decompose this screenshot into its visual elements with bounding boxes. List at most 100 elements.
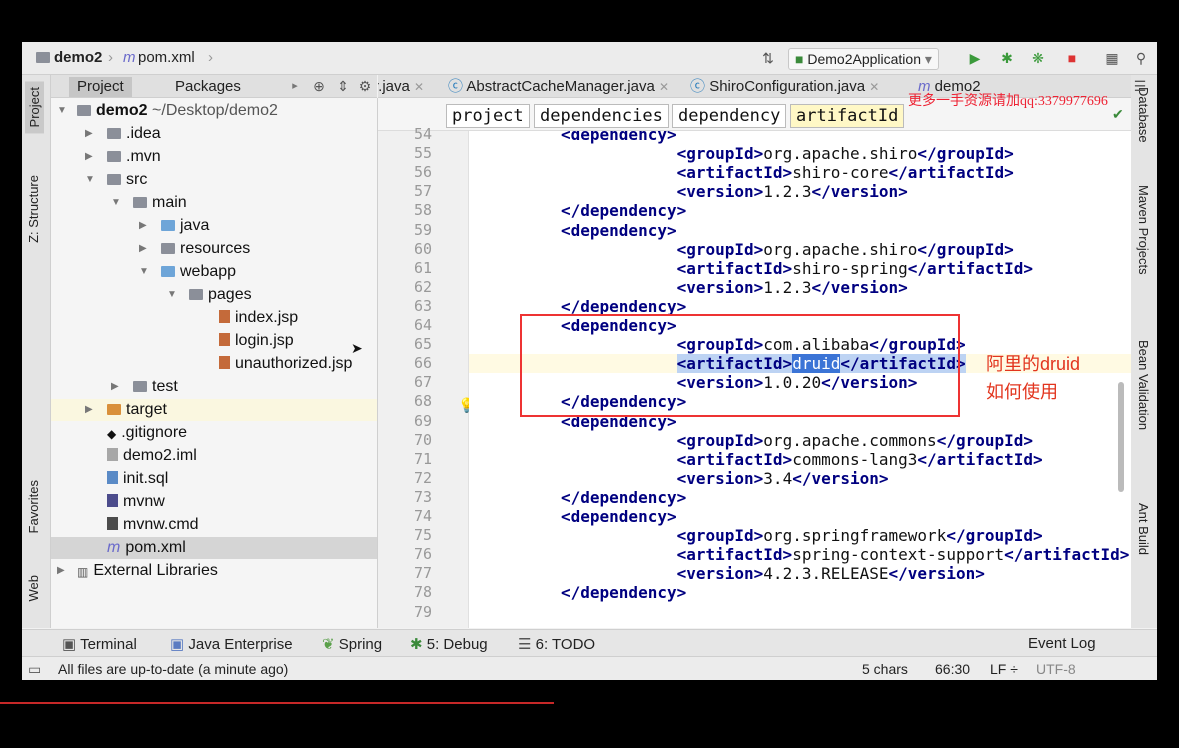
tree-row-resources[interactable]: ▶ resources <box>51 238 377 260</box>
code-line[interactable]: <artifactId>commons-lang3</artifactId> <box>469 450 1131 469</box>
debug-icon[interactable]: ✱ <box>999 50 1015 66</box>
code-line[interactable]: <version>4.2.3.RELEASE</version> <box>469 564 1131 583</box>
run-icon[interactable]: ▶ <box>967 50 983 66</box>
collapse-all-icon[interactable]: ⇕ <box>335 78 351 94</box>
breadcrumb-project[interactable]: demo2 <box>54 49 102 66</box>
code-line[interactable]: <groupId>org.apache.shiro</groupId> <box>469 240 1131 259</box>
video-progress-bar[interactable] <box>0 702 555 704</box>
caret-position[interactable]: 66:30 <box>935 661 970 677</box>
tree-row-main[interactable]: ▼ main <box>51 192 377 214</box>
chevron-down-icon[interactable]: ▼ <box>139 261 149 283</box>
chevron-right-icon[interactable]: ▶ <box>139 215 149 237</box>
code-line[interactable]: <version>1.2.3</version> <box>469 182 1131 201</box>
coverage-icon[interactable]: ❋ <box>1030 50 1046 66</box>
chevron-right-icon[interactable]: ▶ <box>85 146 95 168</box>
tab-maven-projects[interactable]: Maven Projects <box>1136 185 1151 275</box>
code-line[interactable] <box>469 603 1131 622</box>
chevron-right-icon[interactable]: ▸ <box>287 78 303 94</box>
code-line[interactable]: <dependency> <box>469 221 1131 240</box>
tree-row-login-jsp[interactable]: login.jsp <box>51 330 377 352</box>
spring-button[interactable]: ❦ Spring <box>322 635 382 653</box>
code-line[interactable]: <groupId>org.apache.commons</groupId> <box>469 431 1131 450</box>
close-icon[interactable]: ✕ <box>869 80 879 94</box>
gear-icon[interactable]: ⚙ <box>357 78 373 94</box>
tab-packages-view[interactable]: Packages <box>167 77 249 97</box>
chevron-right-icon[interactable]: ▶ <box>85 123 95 145</box>
tree-row-mvnw[interactable]: mvnw <box>51 491 377 513</box>
line-separator[interactable]: LF ÷ <box>990 661 1018 677</box>
java-enterprise-button[interactable]: ▣ Java Enterprise <box>170 635 293 653</box>
tree-row-demo2-iml[interactable]: demo2.iml <box>51 445 377 467</box>
code-line[interactable]: </dependency> <box>469 201 1131 220</box>
chevron-down-icon[interactable]: ▼ <box>167 284 177 306</box>
tree-row-idea[interactable]: ▶ .idea <box>51 123 377 145</box>
code-line[interactable]: </dependency> <box>469 583 1131 602</box>
code-line[interactable]: <groupId>org.springframework</groupId> <box>469 526 1131 545</box>
tab-project[interactable]: Project <box>25 81 44 134</box>
event-log-button[interactable]: Event Log <box>1028 635 1096 652</box>
tab-bean-validation[interactable]: Bean Validation <box>1136 340 1151 430</box>
chevron-right-icon[interactable]: ▶ <box>85 399 95 421</box>
code-line[interactable]: <artifactId>spring-context-support</arti… <box>469 545 1131 564</box>
tree-row-test[interactable]: ▶ test <box>51 376 377 398</box>
code-line[interactable]: <version>3.4</version> <box>469 469 1131 488</box>
todo-button[interactable]: ☰ 6: TODO <box>518 635 595 653</box>
code-line[interactable]: </dependency> <box>469 488 1131 507</box>
close-icon[interactable]: ✕ <box>659 80 669 94</box>
chevron-down-icon[interactable]: ▼ <box>85 169 95 191</box>
tree-row-unauthorized-jsp[interactable]: unauthorized.jsp <box>51 353 377 375</box>
run-configuration-select[interactable]: ■ Demo2Application ▾ <box>788 48 939 70</box>
xml-crumb-artifactid[interactable]: artifactId <box>790 104 905 128</box>
tab-database[interactable]: Database <box>1136 87 1151 143</box>
status-toggle-icon[interactable]: ▭ <box>28 661 41 678</box>
tab-shiro-configuration[interactable]: ⓒ ShiroConfiguration.java ✕ <box>690 77 879 97</box>
tab-abstract-cache-manager[interactable]: ⓒ AbstractCacheManager.java ✕ <box>448 77 669 97</box>
chevron-right-icon[interactable]: ▶ <box>57 560 67 582</box>
tab-favorites[interactable]: Favorites <box>26 480 41 533</box>
code-line[interactable]: <version>1.2.3</version> <box>469 278 1131 297</box>
chevron-down-icon[interactable]: ▼ <box>57 100 67 122</box>
tree-row-pages[interactable]: ▼ pages <box>51 284 377 306</box>
file-encoding[interactable]: UTF-8 <box>1036 661 1076 677</box>
tab-project-view[interactable]: Project <box>69 77 132 97</box>
tab-list-icon[interactable]: ☰ <box>1132 78 1148 94</box>
code-line[interactable]: <artifactId>shiro-core</artifactId> <box>469 163 1131 182</box>
chevron-right-icon[interactable]: ▶ <box>139 238 149 260</box>
tree-row-mvn[interactable]: ▶ .mvn <box>51 146 377 168</box>
tree-row-demo2[interactable]: ▼ demo2 ~/Desktop/demo2 <box>51 100 377 122</box>
close-icon[interactable]: ✕ <box>414 80 424 94</box>
tab-structure[interactable]: Z: Structure <box>26 175 41 243</box>
tree-row-target[interactable]: ▶ target <box>51 399 377 421</box>
code-line[interactable]: <groupId>org.apache.shiro</groupId> <box>469 144 1131 163</box>
tree-row-gitignore[interactable]: ◆ .gitignore <box>51 422 377 444</box>
tree-row-webapp[interactable]: ▼ webapp <box>51 261 377 283</box>
breadcrumb-file[interactable]: pom.xml <box>138 49 195 66</box>
tree-row-java[interactable]: ▶ java <box>51 215 377 237</box>
right-tool-strip: Database Maven Projects Bean Validation … <box>1130 75 1157 628</box>
debug-button[interactable]: ✱ 5: Debug <box>410 635 488 653</box>
build-icon[interactable]: ⇅ <box>760 50 776 66</box>
xml-crumb-dependencies[interactable]: dependencies <box>534 104 669 128</box>
tree-row-init-sql[interactable]: init.sql <box>51 468 377 490</box>
tree-row-pom-xml[interactable]: m pom.xml <box>51 537 377 559</box>
tree-row-external-libraries[interactable]: ▶ ▥ External Libraries <box>51 560 377 582</box>
scroll-from-source-icon[interactable]: ⊕ <box>311 78 327 94</box>
terminal-button[interactable]: ▣ Terminal <box>62 635 137 653</box>
tree-row-index-jsp[interactable]: index.jsp <box>51 307 377 329</box>
xml-crumb-project[interactable]: project <box>446 104 530 128</box>
xml-crumb-dependency[interactable]: dependency <box>672 104 787 128</box>
code-line[interactable]: <artifactId>shiro-spring</artifactId> <box>469 259 1131 278</box>
chevron-down-icon[interactable]: ▼ <box>111 192 121 214</box>
tab-web[interactable]: Web <box>26 575 41 602</box>
code-line[interactable]: <dependency> <box>469 131 1131 144</box>
chevron-right-icon[interactable]: ▶ <box>111 376 121 398</box>
tree-row-src[interactable]: ▼ src <box>51 169 377 191</box>
project-structure-icon[interactable]: ▦ <box>1104 50 1120 66</box>
stop-icon[interactable]: ■ <box>1064 50 1080 66</box>
search-icon[interactable]: ⚲ <box>1133 50 1149 66</box>
tab-ant-build[interactable]: Ant Build <box>1136 503 1151 555</box>
tree-row-mvnw-cmd[interactable]: mvnw.cmd <box>51 514 377 536</box>
editor-scrollbar[interactable] <box>1118 382 1124 492</box>
code-line[interactable]: <dependency> <box>469 507 1131 526</box>
tab-editor-file[interactable]: r.java ✕ <box>378 77 424 97</box>
